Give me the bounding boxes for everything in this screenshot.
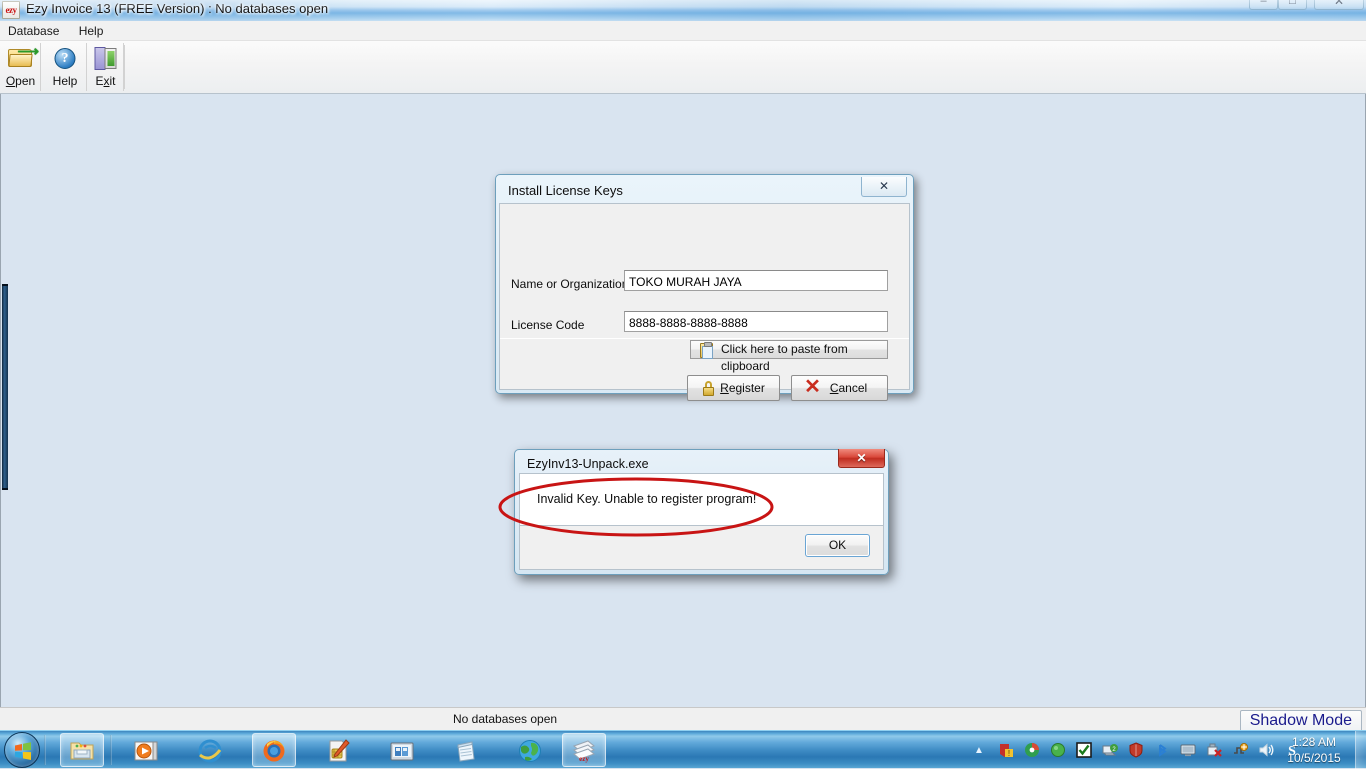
minimize-icon: – [1260, 0, 1267, 7]
notepad-icon [457, 741, 475, 762]
register-button[interactable]: Register [687, 375, 780, 401]
exit-door-icon [88, 45, 123, 73]
license-fields: Name or Organization License Code Click … [500, 204, 909, 373]
error-message-text: Invalid Key. Unable to register program! [537, 492, 757, 506]
shield-icon[interactable] [1128, 742, 1144, 758]
status-bar: No databases open Shadow Mode [0, 707, 1366, 733]
status-bar-text: No databases open [453, 712, 558, 726]
minimize-button[interactable]: – [1249, 0, 1278, 10]
taskbar-item-sim-card-tool[interactable] [316, 733, 360, 767]
menu-bar: Database Help [0, 21, 1366, 41]
ok-button[interactable]: OK [805, 534, 870, 557]
sim-card-icon [329, 739, 350, 762]
clock-date: 10/5/2015 [1287, 751, 1341, 765]
start-button[interactable] [4, 732, 40, 768]
taskbar-item-globe-app[interactable] [508, 733, 552, 767]
volume-icon[interactable] [1258, 742, 1274, 758]
menu-item-database[interactable]: Database [0, 21, 67, 41]
name-or-organization-label: Name or Organization [511, 277, 629, 291]
ezy-icon: ezy [573, 740, 595, 763]
error-dialog: EzyInv13-Unpack.exe ✕ Invalid Key. Unabl… [514, 449, 889, 575]
license-code-input[interactable] [624, 311, 888, 332]
vertical-blue-strip [2, 284, 8, 490]
dialog-separator [500, 338, 909, 339]
cancel-button[interactable]: ✕ Cancel [791, 375, 888, 401]
close-icon: ✕ [1333, 0, 1345, 8]
taskbar-item-mozilla-firefox[interactable] [252, 733, 296, 767]
help-circle-icon: ? [44, 45, 86, 73]
photos-icon [390, 742, 414, 761]
license-dialog-title: Install License Keys [508, 183, 623, 198]
toolbar-help-button[interactable]: ? Help [44, 43, 87, 91]
ie-icon [198, 739, 222, 763]
maximize-button[interactable]: □ [1278, 0, 1307, 10]
taskbar-divider [44, 735, 46, 765]
install-license-keys-dialog: Install License Keys ✕ Name or Organizat… [495, 174, 914, 401]
toolbar-open-label: Open [5, 74, 36, 88]
clock-time: 1:28 AM [1291, 735, 1337, 749]
error-message-area: Invalid Key. Unable to register program! [519, 473, 884, 526]
display-icon[interactable] [1180, 742, 1196, 758]
windows-logo-icon [15, 742, 31, 760]
paste-from-clipboard-button[interactable]: Click here to paste from clipboard [690, 340, 888, 373]
app-icon: ezy [2, 1, 20, 19]
green-ball-icon[interactable] [1050, 742, 1066, 758]
paste-button-label: Click here to paste from clipboard [721, 342, 848, 373]
svg-text:!: ! [1008, 749, 1010, 758]
folder-icon [70, 742, 94, 760]
action-center-icon[interactable] [1232, 742, 1248, 758]
taskbar-item-internet-explorer[interactable] [188, 733, 232, 767]
toolbar-open-button[interactable]: ⟶ Open [1, 43, 41, 91]
license-code-label: License Code [511, 318, 585, 332]
network-icon[interactable]: 2 [1102, 742, 1118, 758]
close-icon: ✕ [878, 179, 890, 193]
checkmark-icon[interactable] [1076, 742, 1092, 758]
lock-icon [703, 381, 714, 396]
error-dialog-title: EzyInv13-Unpack.exe [527, 457, 649, 471]
clipboard-icon [700, 342, 713, 359]
license-dialog-close-button[interactable]: ✕ [861, 177, 907, 197]
taskbar-item-notepad-app[interactable] [444, 733, 488, 767]
close-button[interactable]: ✕ [1314, 0, 1364, 10]
error-dialog-close-button[interactable]: ✕ [838, 449, 885, 468]
red-x-icon: ✕ [804, 376, 821, 398]
kaspersky-warning-icon[interactable]: ! [998, 742, 1014, 758]
taskbar-item-ezy-invoice[interactable]: ezy [562, 733, 606, 767]
window-title: Ezy Invoice 13 (FREE Version) : No datab… [26, 1, 329, 16]
toolbar-separator [124, 45, 125, 89]
license-dialog-title-bar[interactable]: Install License Keys ✕ [499, 177, 910, 205]
clock[interactable]: 1:28 AM 10/5/2015 [1278, 734, 1350, 766]
open-folder-icon: ⟶ [1, 44, 40, 73]
taskbar-item-windows-explorer[interactable] [60, 733, 104, 767]
bluetooth-icon[interactable] [1154, 742, 1170, 758]
error-dialog-button-area: OK [519, 526, 884, 570]
maximize-icon: □ [1289, 0, 1296, 7]
taskbar-item-photo-viewer[interactable] [380, 733, 424, 767]
globe-icon [519, 740, 541, 762]
media-player-icon [134, 741, 158, 761]
license-dialog-body: Name or Organization License Code Click … [499, 203, 910, 401]
disk-tool-icon[interactable] [1024, 742, 1040, 758]
toolbar-exit-label: Exit [95, 74, 116, 88]
taskbar: ezy ▲ ! 2 S 1:28 AM 10/5/2015 [0, 730, 1366, 769]
close-icon: ✕ [856, 451, 867, 465]
safely-remove-icon[interactable] [1206, 742, 1222, 758]
window-title-bar[interactable]: ezy Ezy Invoice 13 (FREE Version) : No d… [0, 0, 1366, 21]
menu-item-help[interactable]: Help [71, 21, 112, 41]
tray-overflow-icon[interactable]: ▲ [974, 745, 984, 756]
taskbar-item-windows-media-player[interactable] [124, 733, 168, 767]
toolbar: ⟶ Open ? Help Exit [0, 41, 1366, 94]
show-desktop-button[interactable] [1355, 731, 1366, 769]
toolbar-help-label: Help [52, 74, 78, 88]
name-or-organization-input[interactable] [624, 270, 888, 291]
svg-text:ezy: ezy [579, 755, 589, 763]
firefox-icon [263, 740, 285, 762]
taskbar-divider-2 [110, 735, 112, 765]
toolbar-exit-button[interactable]: Exit [88, 43, 124, 91]
